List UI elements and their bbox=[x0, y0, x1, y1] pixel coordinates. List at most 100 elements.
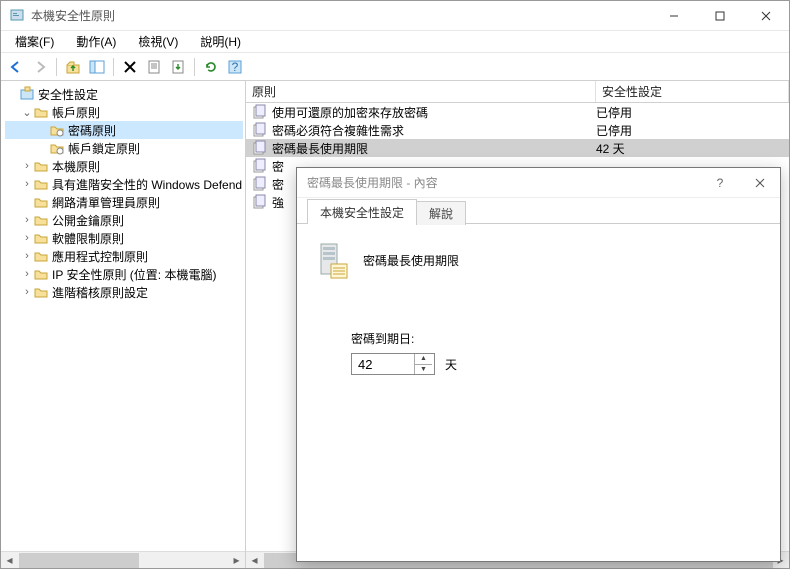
dialog-tabs: 本機安全性設定 解說 bbox=[297, 200, 780, 224]
policy-setting: 42 天 bbox=[596, 140, 625, 157]
maximize-button[interactable] bbox=[697, 1, 743, 30]
delete-button[interactable] bbox=[119, 56, 141, 78]
expand-icon[interactable]: › bbox=[21, 178, 33, 190]
tree-item[interactable]: › IP 安全性原則 (位置: 本機電腦) bbox=[5, 265, 243, 283]
tree-label: 密碼原則 bbox=[68, 122, 116, 139]
tree-item[interactable]: › 軟體限制原則 bbox=[5, 229, 243, 247]
expiry-label: 密碼到期日: bbox=[351, 330, 762, 347]
scroll-right-icon[interactable]: ▸ bbox=[228, 552, 245, 569]
menu-help[interactable]: 說明(H) bbox=[192, 31, 249, 52]
tree-label: 軟體限制原則 bbox=[52, 230, 124, 247]
expiry-unit: 天 bbox=[445, 356, 457, 373]
export-button[interactable] bbox=[167, 56, 189, 78]
tree-label: IP 安全性原則 (位置: 本機電腦) bbox=[52, 266, 216, 283]
tab-local-security[interactable]: 本機安全性設定 bbox=[307, 199, 417, 224]
folder-icon bbox=[33, 248, 49, 264]
tree-label: 公開金鑰原則 bbox=[52, 212, 124, 229]
properties-button[interactable] bbox=[143, 56, 165, 78]
tree-item[interactable]: › 進階稽核原則設定 bbox=[5, 283, 243, 301]
tree-item[interactable]: ⌄ 帳戶原則 bbox=[5, 103, 243, 121]
show-hide-tree-button[interactable] bbox=[86, 56, 108, 78]
forward-button[interactable] bbox=[29, 56, 51, 78]
tree-item-selected[interactable]: 密碼原則 bbox=[5, 121, 243, 139]
menu-action[interactable]: 動作(A) bbox=[68, 31, 124, 52]
folder-icon bbox=[33, 230, 49, 246]
scroll-left-icon[interactable]: ◂ bbox=[246, 552, 263, 569]
tree-root[interactable]: 安全性設定 bbox=[5, 85, 243, 103]
dialog-close-button[interactable] bbox=[740, 168, 780, 197]
tree-item[interactable]: › 具有進階安全性的 Windows Defend bbox=[5, 175, 243, 193]
tree-label: 安全性設定 bbox=[38, 86, 98, 103]
security-root-icon bbox=[19, 86, 35, 102]
separator bbox=[56, 58, 57, 76]
tree-label: 網路清單管理員原則 bbox=[52, 194, 160, 211]
policy-icon bbox=[49, 140, 65, 156]
tree-h-scrollbar[interactable]: ◂ ▸ bbox=[1, 551, 245, 568]
menu-file[interactable]: 檔案(F) bbox=[7, 31, 62, 52]
list-row[interactable]: 使用可還原的加密來存放密碼 已停用 bbox=[246, 103, 789, 121]
minimize-button[interactable] bbox=[651, 1, 697, 30]
expiry-spinner[interactable]: ▲ ▼ bbox=[351, 353, 435, 375]
server-icon bbox=[315, 240, 349, 280]
tree-item[interactable]: › 應用程式控制原則 bbox=[5, 247, 243, 265]
up-button[interactable] bbox=[62, 56, 84, 78]
folder-icon bbox=[33, 158, 49, 174]
dialog-title: 密碼最長使用期限 - 內容 bbox=[307, 174, 700, 191]
expand-icon[interactable]: › bbox=[21, 232, 33, 244]
window-title: 本機安全性原則 bbox=[31, 7, 651, 24]
policy-item-icon bbox=[252, 122, 268, 138]
tree-item[interactable]: 帳戶鎖定原則 bbox=[5, 139, 243, 157]
folder-icon bbox=[33, 194, 49, 210]
tree-label: 帳戶原則 bbox=[52, 104, 100, 121]
policy-setting: 已停用 bbox=[596, 122, 632, 139]
expiry-field-row: ▲ ▼ 天 bbox=[351, 353, 762, 375]
refresh-button[interactable] bbox=[200, 56, 222, 78]
app-icon bbox=[9, 8, 25, 24]
expiry-input[interactable] bbox=[352, 354, 414, 374]
separator bbox=[113, 58, 114, 76]
tree-label: 本機原則 bbox=[52, 158, 100, 175]
policy-item-icon bbox=[252, 194, 268, 210]
close-button[interactable] bbox=[743, 1, 789, 30]
policy-name: 使用可還原的加密來存放密碼 bbox=[272, 104, 596, 121]
scroll-left-icon[interactable]: ◂ bbox=[1, 552, 18, 569]
toolbar: ? bbox=[1, 53, 789, 81]
list-row[interactable]: 密碼必須符合複雜性需求 已停用 bbox=[246, 121, 789, 139]
dialog-heading: 密碼最長使用期限 bbox=[363, 252, 459, 269]
list-header: 原則 安全性設定 bbox=[246, 81, 789, 103]
scroll-thumb[interactable] bbox=[19, 553, 139, 568]
help-button[interactable]: ? bbox=[224, 56, 246, 78]
expand-icon[interactable]: › bbox=[21, 214, 33, 226]
expand-icon[interactable]: › bbox=[21, 268, 33, 280]
tree-label: 帳戶鎖定原則 bbox=[68, 140, 140, 157]
tree-item[interactable]: › 本機原則 bbox=[5, 157, 243, 175]
list-row-selected[interactable]: 密碼最長使用期限 42 天 bbox=[246, 139, 789, 157]
spinner-down-button[interactable]: ▼ bbox=[415, 365, 432, 375]
tree-label: 具有進階安全性的 Windows Defend bbox=[52, 176, 242, 193]
tree-item[interactable]: 網路清單管理員原則 bbox=[5, 193, 243, 211]
spinner-up-button[interactable]: ▲ bbox=[415, 354, 432, 365]
dialog-heading-row: 密碼最長使用期限 bbox=[315, 240, 762, 280]
policy-item-icon bbox=[252, 158, 268, 174]
column-policy[interactable]: 原則 bbox=[246, 81, 596, 102]
folder-icon bbox=[33, 266, 49, 282]
expand-icon[interactable]: › bbox=[21, 250, 33, 262]
folder-icon bbox=[33, 284, 49, 300]
policy-setting: 已停用 bbox=[596, 104, 632, 121]
expand-icon[interactable]: › bbox=[21, 160, 33, 172]
properties-dialog: 密碼最長使用期限 - 內容 ? 本機安全性設定 解說 密碼最長使用期限 bbox=[296, 167, 781, 562]
dialog-content: 密碼最長使用期限 密碼到期日: ▲ ▼ 天 bbox=[297, 224, 780, 561]
window-buttons bbox=[651, 1, 789, 30]
tree-item[interactable]: › 公開金鑰原則 bbox=[5, 211, 243, 229]
policy-icon bbox=[49, 122, 65, 138]
tab-explain[interactable]: 解說 bbox=[416, 201, 466, 225]
collapse-icon[interactable]: ⌄ bbox=[21, 106, 33, 119]
column-setting[interactable]: 安全性設定 bbox=[596, 81, 789, 102]
scroll-track[interactable] bbox=[18, 552, 228, 569]
expand-icon[interactable]: › bbox=[21, 286, 33, 298]
dialog-help-button[interactable]: ? bbox=[700, 168, 740, 197]
back-button[interactable] bbox=[5, 56, 27, 78]
policy-item-icon bbox=[252, 140, 268, 156]
spinner-buttons: ▲ ▼ bbox=[414, 354, 432, 374]
menu-view[interactable]: 檢視(V) bbox=[130, 31, 186, 52]
